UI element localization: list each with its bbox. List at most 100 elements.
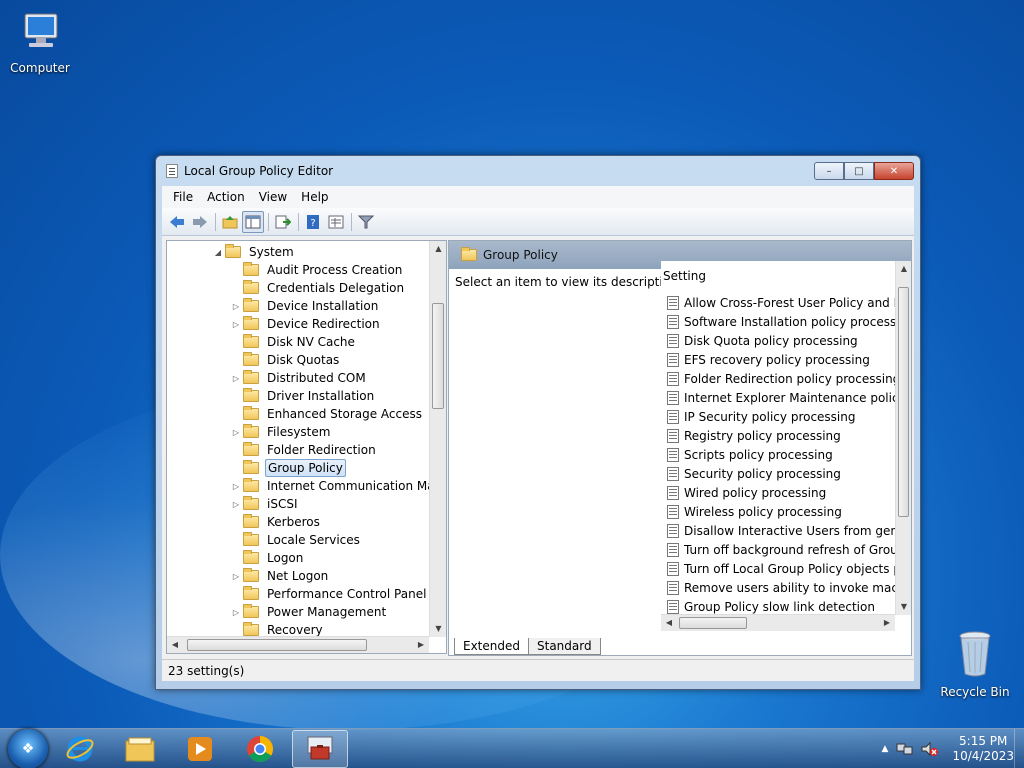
taskbar-file-explorer[interactable] — [112, 730, 168, 768]
scroll-up-arrow-icon[interactable]: ▲ — [430, 241, 446, 257]
tree-item[interactable]: ▷ Device Installation — [231, 297, 380, 315]
volume-muted-icon[interactable] — [920, 741, 939, 757]
tree-item[interactable]: Credentials Delegation — [231, 279, 406, 297]
help-button[interactable]: ? — [302, 211, 324, 233]
scroll-left-arrow-icon[interactable]: ◀ — [167, 637, 183, 653]
tree-item[interactable]: Logon — [231, 549, 305, 567]
tree-item[interactable]: ▷ Net Logon — [231, 567, 330, 585]
network-icon[interactable] — [896, 741, 914, 757]
properties-button[interactable] — [325, 211, 347, 233]
expand-arrow-icon[interactable]: ▷ — [231, 572, 241, 581]
setting-row[interactable]: IP Security policy processing — [667, 407, 903, 426]
tree-vertical-scrollbar[interactable]: ▲ ▼ — [429, 241, 446, 637]
tree-item[interactable]: Disk NV Cache — [231, 333, 357, 351]
tree-item[interactable]: Group Policy — [231, 459, 346, 477]
desktop-icon-label: Computer — [10, 61, 70, 75]
menu-view[interactable]: View — [252, 190, 294, 204]
policy-setting-icon — [667, 561, 679, 576]
folder-icon — [243, 334, 259, 348]
setting-row[interactable]: Wired policy processing — [667, 483, 903, 502]
scroll-left-arrow-icon[interactable]: ◀ — [661, 615, 677, 631]
tree-item[interactable]: Driver Installation — [231, 387, 376, 405]
tree-item[interactable]: ▷ Distributed COM — [231, 369, 368, 387]
setting-row[interactable]: Internet Explorer Maintenance policy pro — [667, 388, 903, 407]
setting-row[interactable]: Scripts policy processing — [667, 445, 903, 464]
tree-item[interactable]: Locale Services — [231, 531, 362, 549]
minimize-button[interactable]: – — [814, 162, 844, 180]
tree-item[interactable]: ▷ iSCSI — [231, 495, 300, 513]
scroll-thumb[interactable] — [187, 639, 367, 651]
menu-help[interactable]: Help — [294, 190, 335, 204]
policy-setting-icon — [667, 485, 679, 500]
desktop-icon-recycle-bin[interactable]: Recycle Bin — [935, 630, 1015, 699]
taskbar-chrome[interactable] — [232, 730, 288, 768]
maximize-button[interactable]: □ — [844, 162, 874, 180]
tree-item-system[interactable]: ◢ System — [213, 243, 296, 261]
taskbar-media-player[interactable] — [172, 730, 228, 768]
up-one-level-button[interactable] — [219, 211, 241, 233]
menu-action[interactable]: Action — [200, 190, 252, 204]
policy-setting-icon — [667, 390, 679, 405]
list-horizontal-scrollbar[interactable]: ◀ ▶ — [661, 614, 895, 631]
expand-arrow-icon[interactable]: ▷ — [231, 302, 241, 311]
tree-item[interactable]: ▷ Internet Communication Man — [231, 477, 444, 495]
setting-row[interactable]: Turn off Local Group Policy objects proc — [667, 559, 903, 578]
setting-row[interactable]: Allow Cross-Forest User Policy and Roar — [667, 293, 903, 312]
back-button[interactable] — [166, 211, 188, 233]
show-desktop-button[interactable] — [1014, 729, 1024, 768]
scroll-down-arrow-icon[interactable]: ▼ — [896, 599, 911, 615]
setting-row[interactable]: Turn off background refresh of Group P — [667, 540, 903, 559]
taskbar-group-policy-editor[interactable] — [292, 729, 348, 768]
scroll-down-arrow-icon[interactable]: ▼ — [430, 621, 446, 637]
column-header-setting[interactable]: Setting — [663, 269, 706, 289]
setting-row[interactable]: Disk Quota policy processing — [667, 331, 903, 350]
tree-item[interactable]: ▷ Device Redirection — [231, 315, 382, 333]
tree-horizontal-scrollbar[interactable]: ◀ ▶ — [167, 636, 429, 653]
expand-arrow-icon[interactable]: ▷ — [231, 428, 241, 437]
tree-item[interactable]: Performance Control Panel — [231, 585, 428, 603]
tree-item[interactable]: Disk Quotas — [231, 351, 341, 369]
collapse-arrow-icon[interactable]: ◢ — [213, 248, 223, 257]
setting-row[interactable]: Remove users ability to invoke machine — [667, 578, 903, 597]
expand-arrow-icon[interactable]: ▷ — [231, 320, 241, 329]
setting-row[interactable]: Folder Redirection policy processing — [667, 369, 903, 388]
scroll-thumb[interactable] — [679, 617, 747, 629]
tree-item[interactable]: ▷ Filesystem — [231, 423, 332, 441]
expand-arrow-icon[interactable]: ▷ — [231, 608, 241, 617]
tree-item[interactable]: Kerberos — [231, 513, 322, 531]
scroll-right-arrow-icon[interactable]: ▶ — [413, 637, 429, 653]
export-list-button[interactable] — [272, 211, 294, 233]
tree-item[interactable]: Audit Process Creation — [231, 261, 404, 279]
tree-item[interactable]: ▷ Power Management — [231, 603, 388, 621]
tree-item[interactable]: Enhanced Storage Access — [231, 405, 424, 423]
expand-arrow-icon[interactable]: ▷ — [231, 374, 241, 383]
scroll-up-arrow-icon[interactable]: ▲ — [896, 261, 911, 277]
title-bar[interactable]: Local Group Policy Editor — [162, 156, 914, 186]
show-hide-console-tree-button[interactable] — [242, 210, 264, 233]
setting-row[interactable]: Security policy processing — [667, 464, 903, 483]
setting-row[interactable]: Wireless policy processing — [667, 502, 903, 521]
scroll-thumb[interactable] — [432, 303, 444, 409]
taskbar-internet-explorer[interactable] — [52, 730, 108, 768]
scroll-thumb[interactable] — [898, 287, 909, 517]
close-button[interactable]: ✕ — [874, 162, 914, 180]
menu-file[interactable]: File — [166, 190, 200, 204]
tab-extended[interactable]: Extended — [454, 638, 529, 655]
setting-row[interactable]: Software Installation policy processing — [667, 312, 903, 331]
scroll-right-arrow-icon[interactable]: ▶ — [879, 615, 895, 631]
expand-arrow-icon[interactable]: ▷ — [231, 500, 241, 509]
list-vertical-scrollbar[interactable]: ▲ ▼ — [895, 261, 911, 615]
setting-row[interactable]: Registry policy processing — [667, 426, 903, 445]
expand-arrow-icon[interactable]: ▷ — [231, 482, 241, 491]
start-button[interactable]: ❖ — [8, 728, 48, 768]
clock[interactable]: 5:15 PM 10/4/2023 — [952, 734, 1014, 764]
desktop-icon-computer[interactable]: Computer — [0, 10, 80, 75]
setting-row[interactable]: EFS recovery policy processing — [667, 350, 903, 369]
setting-row[interactable]: Disallow Interactive Users from generati — [667, 521, 903, 540]
show-hidden-icons-icon[interactable]: ▲ — [882, 744, 889, 754]
forward-button[interactable] — [189, 211, 211, 233]
filter-button[interactable] — [355, 211, 377, 233]
setting-name: Wired policy processing — [684, 485, 827, 500]
tree-item[interactable]: Folder Redirection — [231, 441, 378, 459]
tab-standard[interactable]: Standard — [528, 638, 601, 655]
